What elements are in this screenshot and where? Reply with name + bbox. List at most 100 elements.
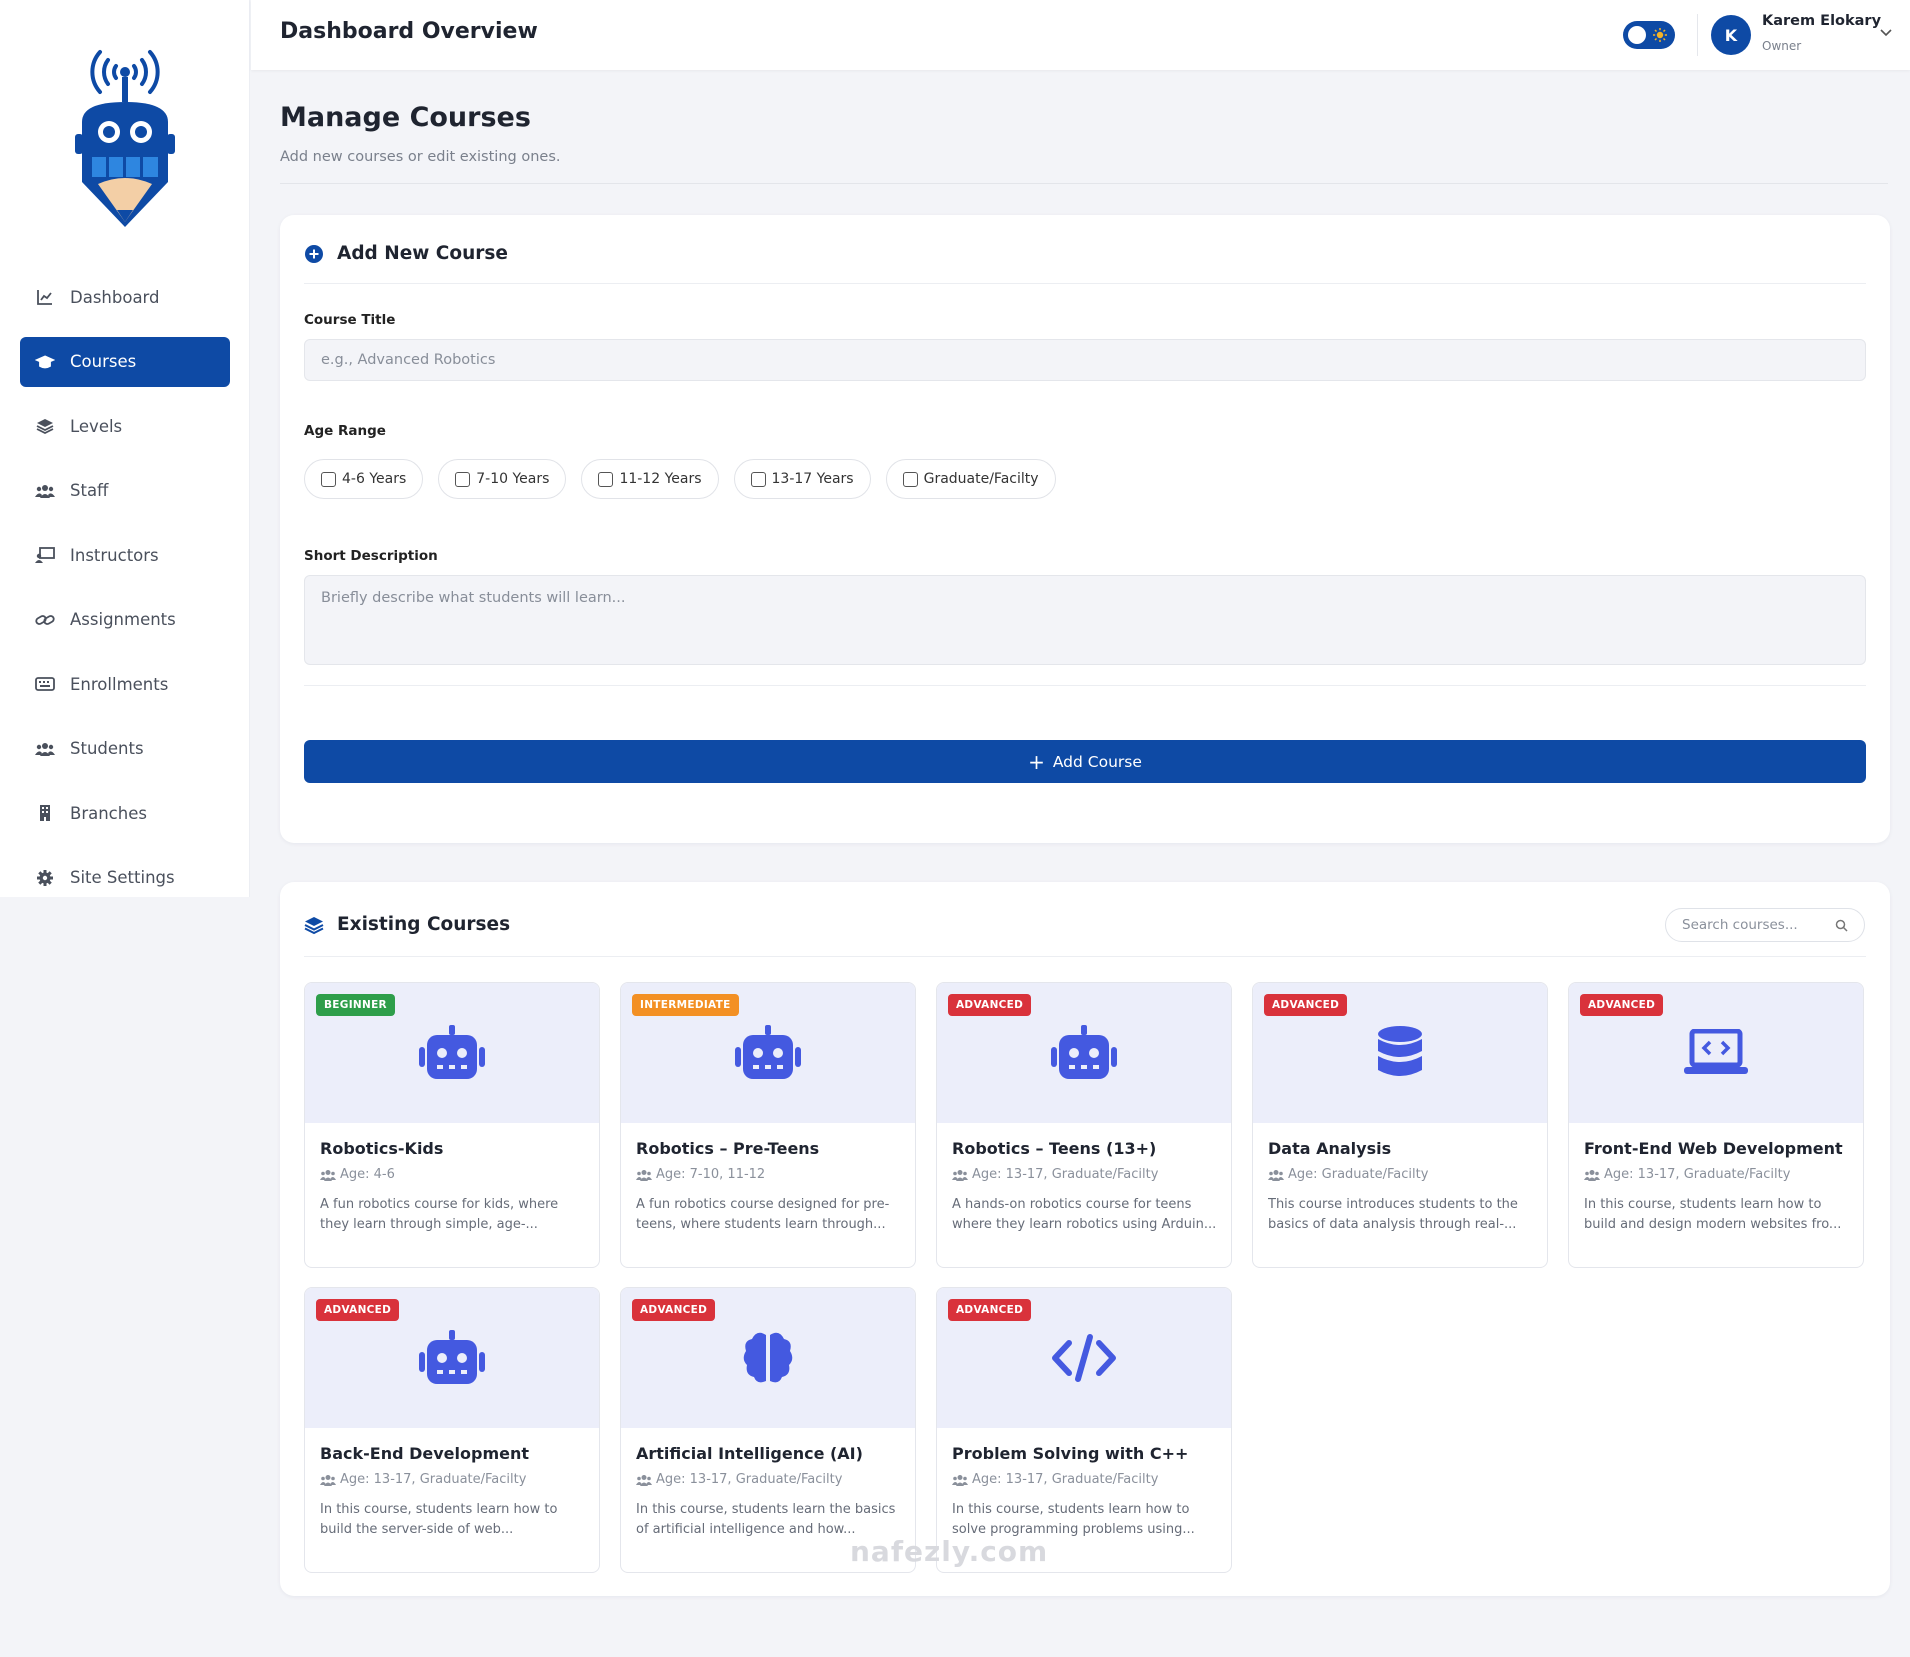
age-option-11-12[interactable]: 11-12 Years: [581, 459, 719, 499]
course-card[interactable]: ADVANCED Robotics – Teens (13+) Age: 13-…: [936, 982, 1232, 1268]
page-subtitle: Add new courses or edit existing ones.: [280, 149, 561, 165]
sidebar-item-label: Courses: [70, 352, 137, 371]
course-description: A fun robotics course designed for pre-t…: [636, 1197, 890, 1232]
sidebar-item-label: Assignments: [70, 610, 176, 629]
course-thumbnail: ADVANCED: [621, 1288, 915, 1428]
level-badge: ADVANCED: [1264, 994, 1348, 1016]
laptop-code-icon: [1684, 1029, 1748, 1074]
add-course-button[interactable]: + Add Course: [304, 740, 1866, 783]
sidebar-item-levels[interactable]: Levels: [20, 401, 230, 451]
card-title: Existing Courses: [337, 914, 511, 935]
checkbox[interactable]: [902, 471, 918, 487]
database-icon: [1378, 1026, 1422, 1076]
sidebar-item-enrollments[interactable]: Enrollments: [20, 659, 230, 709]
sidebar-item-label: Dashboard: [70, 287, 160, 307]
level-badge: ADVANCED: [1580, 994, 1664, 1016]
layers-icon: [34, 415, 56, 437]
level-badge: ADVANCED: [316, 1299, 400, 1321]
robot-pencil-logo[interactable]: [62, 22, 188, 232]
course-card[interactable]: BEGINNER Robotics-Kids Age: 4-6 A fun ro…: [304, 982, 600, 1268]
course-card[interactable]: ADVANCED Data Analysis Age: Graduate/Fac…: [1252, 982, 1548, 1268]
course-thumbnail: ADVANCED: [1569, 983, 1863, 1123]
sidebar-item-courses[interactable]: Courses: [20, 336, 230, 387]
divider: [280, 183, 1888, 184]
chevron-down-icon[interactable]: [1879, 26, 1893, 40]
age-option-7-10[interactable]: 7-10 Years: [438, 459, 567, 499]
chart-line-icon: [34, 286, 56, 308]
sidebar-item-branches[interactable]: Branches: [20, 788, 230, 838]
sun-icon: [1653, 28, 1667, 42]
user-name[interactable]: Karem Elokary: [1762, 13, 1881, 29]
course-description: A hands-on robotics course for teens whe…: [952, 1197, 1217, 1232]
age-range-label: Age Range: [304, 423, 386, 439]
course-age-text: Age: 13-17, Graduate/Facilty: [656, 1472, 843, 1487]
course-name: Back-End Development: [320, 1444, 530, 1463]
age-option-label: 7-10 Years: [476, 471, 550, 487]
sidebar-item-students[interactable]: Students: [20, 724, 230, 774]
sidebar-item-assignments[interactable]: Assignments: [20, 595, 230, 645]
course-title-input[interactable]: e.g., Advanced Robotics: [304, 339, 1866, 381]
age-option-13-17[interactable]: 13-17 Years: [733, 459, 871, 499]
plus-circle-icon: [305, 244, 323, 263]
course-age: Age: 13-17, Graduate/Facilty: [636, 1472, 842, 1487]
course-age-text: Age: Graduate/Facilty: [1288, 1167, 1429, 1182]
short-description-textarea[interactable]: Briefly describe what students will lear…: [304, 575, 1866, 665]
course-card[interactable]: ADVANCED Artificial Intelligence (AI) Ag…: [620, 1287, 916, 1573]
sidebar-item-site-settings[interactable]: Site Settings: [20, 853, 230, 903]
course-card[interactable]: ADVANCED Problem Solving with C++ Age: 1…: [936, 1287, 1232, 1573]
checkbox[interactable]: [598, 471, 614, 487]
course-thumbnail: INTERMEDIATE: [621, 983, 915, 1123]
search-icon[interactable]: [1835, 919, 1848, 932]
search-input[interactable]: Search courses...: [1665, 908, 1865, 942]
course-name: Data Analysis: [1268, 1139, 1392, 1158]
users-icon: [952, 1169, 968, 1181]
course-description: This course introduces students to the b…: [1268, 1197, 1518, 1232]
sidebar-item-label: Site Settings: [70, 868, 175, 887]
level-badge: ADVANCED: [948, 994, 1032, 1016]
course-name: Robotics-Kids: [320, 1139, 444, 1158]
age-option-graduate[interactable]: Graduate/Facilty: [885, 459, 1056, 499]
course-title-label: Course Title: [304, 312, 396, 328]
course-age: Age: 13-17, Graduate/Facilty: [1584, 1167, 1790, 1182]
divider: [304, 685, 1866, 686]
age-option-4-6[interactable]: 4-6 Years: [304, 459, 424, 499]
course-age: Age: 13-17, Graduate/Facilty: [320, 1472, 526, 1487]
course-card[interactable]: ADVANCED Front-End Web Development Age: …: [1568, 982, 1864, 1268]
building-icon: [34, 802, 56, 824]
course-age: Age: 13-17, Graduate/Facilty: [952, 1167, 1158, 1182]
checkbox[interactable]: [750, 471, 766, 487]
course-age-text: Age: 13-17, Graduate/Facilty: [972, 1472, 1159, 1487]
course-thumbnail: BEGINNER: [305, 983, 599, 1123]
sidebar-item-label: Staff: [70, 481, 109, 500]
course-age: Age: Graduate/Facilty: [1268, 1167, 1428, 1182]
course-description: A fun robotics course for kids, where th…: [320, 1197, 559, 1232]
avatar[interactable]: K: [1711, 15, 1751, 55]
course-description: In this course, students learn how to bu…: [320, 1502, 558, 1537]
link-icon: [34, 609, 56, 631]
course-thumbnail: ADVANCED: [937, 1288, 1231, 1428]
theme-toggle[interactable]: [1623, 21, 1675, 49]
keyboard-icon: [34, 673, 56, 695]
course-age: Age: 13-17, Graduate/Facilty: [952, 1472, 1158, 1487]
course-card[interactable]: INTERMEDIATE Robotics – Pre-Teens Age: 7…: [620, 982, 916, 1268]
course-age-text: Age: 13-17, Graduate/Facilty: [340, 1472, 527, 1487]
age-range-options: 4-6 Years 7-10 Years 11-12 Years 13-17 Y…: [304, 459, 1071, 499]
course-age: Age: 7-10, 11-12: [636, 1167, 765, 1182]
checkbox[interactable]: [455, 471, 471, 487]
sidebar-item-instructors[interactable]: Instructors: [20, 530, 230, 580]
short-description-label: Short Description: [304, 548, 438, 564]
divider: [304, 956, 1866, 957]
checkbox[interactable]: [321, 471, 336, 487]
brain-icon: [743, 1332, 793, 1383]
code-icon: [1052, 1334, 1116, 1382]
course-age-text: Age: 7-10, 11-12: [656, 1167, 766, 1182]
chalkboard-teacher-icon: [34, 544, 56, 566]
page-title: Manage Courses: [280, 102, 531, 133]
robot-icon: [735, 1025, 801, 1079]
sidebar-item-staff[interactable]: Staff: [20, 466, 230, 516]
sidebar-item-dashboard[interactable]: Dashboard: [20, 272, 230, 322]
sidebar-item-label: Instructors: [70, 545, 159, 565]
course-age-text: Age: 4-6: [340, 1167, 395, 1182]
level-badge: ADVANCED: [632, 1299, 716, 1321]
course-card[interactable]: ADVANCED Back-End Development Age: 13-17…: [304, 1287, 600, 1573]
